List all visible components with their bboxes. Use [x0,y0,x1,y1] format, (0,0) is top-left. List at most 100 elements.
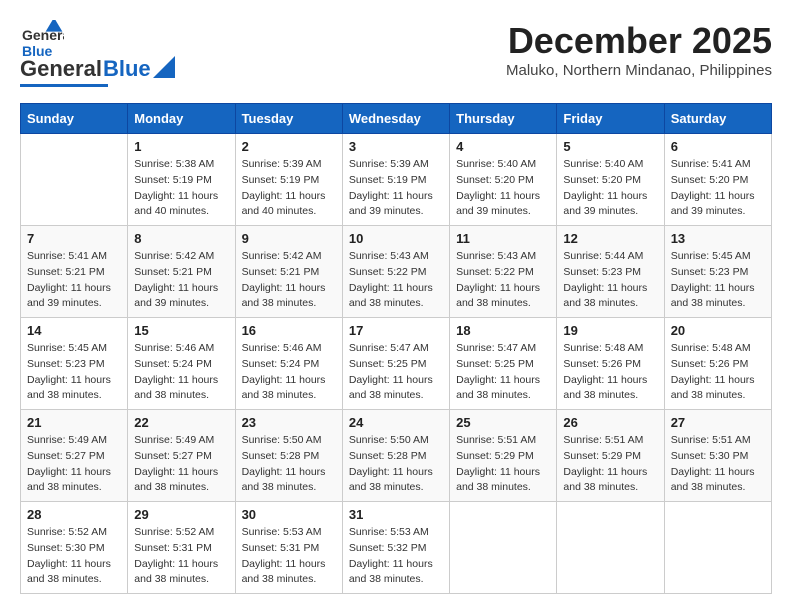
day-info: Sunrise: 5:51 AMSunset: 5:29 PMDaylight:… [563,433,657,496]
day-number: 9 [242,231,336,246]
day-number: 5 [563,139,657,154]
calendar-cell: 4 Sunrise: 5:40 AMSunset: 5:20 PMDaylight… [450,134,557,226]
calendar-cell: 3Sunrise: 5:39 AMSunset: 5:19 PMDaylight… [342,134,449,226]
day-info: Sunrise: 5:48 AMSunset: 5:26 PMDaylight:… [563,341,657,404]
calendar-cell: 26 Sunrise: 5:51 AMSunset: 5:29 PMDayligh… [557,410,664,502]
day-info: Sunrise: 5:49 AMSunset: 5:27 PMDaylight:… [27,433,121,496]
weekday-header-monday: Monday [128,104,235,134]
calendar-cell: 1 Sunrise: 5:38 AMSunset: 5:19 PMDaylight… [128,134,235,226]
day-info: Sunrise: 5:42 AMSunset: 5:21 PMDaylight:… [242,249,336,312]
calendar-cell: 12 Sunrise: 5:44 AMSunset: 5:23 PMDayligh… [557,226,664,318]
week-row-4: 21 Sunrise: 5:49 AMSunset: 5:27 PMDayligh… [21,410,772,502]
day-info: Sunrise: 5:45 AMSunset: 5:23 PMDaylight:… [27,341,121,404]
weekday-header-saturday: Saturday [664,104,771,134]
calendar-cell: 6 Sunrise: 5:41 AMSunset: 5:20 PMDaylight… [664,134,771,226]
logo-underline [20,84,108,87]
day-number: 23 [242,415,336,430]
day-number: 22 [134,415,228,430]
day-info: Sunrise: 5:50 AMSunset: 5:28 PMDaylight:… [349,433,443,496]
day-info: Sunrise: 5:38 AMSunset: 5:19 PMDaylight:… [134,157,228,220]
day-number: 11 [456,231,550,246]
weekday-header-thursday: Thursday [450,104,557,134]
calendar-cell: 25 Sunrise: 5:51 AMSunset: 5:29 PMDayligh… [450,410,557,502]
day-number: 18 [456,323,550,338]
day-number: 28 [27,507,121,522]
calendar-cell: 31 Sunrise: 5:53 AMSunset: 5:32 PMDayligh… [342,502,449,594]
day-info: Sunrise: 5:52 AMSunset: 5:30 PMDaylight:… [27,525,121,588]
day-info: Sunrise: 5:39 AMSunset: 5:19 PMDaylight:… [242,157,336,220]
calendar-cell: 19 Sunrise: 5:48 AMSunset: 5:26 PMDayligh… [557,318,664,410]
day-info: Sunrise: 5:50 AMSunset: 5:28 PMDaylight:… [242,433,336,496]
day-info: Sunrise: 5:51 AMSunset: 5:29 PMDaylight:… [456,433,550,496]
calendar-cell: 28 Sunrise: 5:52 AMSunset: 5:30 PMDayligh… [21,502,128,594]
day-info: Sunrise: 5:44 AMSunset: 5:23 PMDaylight:… [563,249,657,312]
month-year: December 2025 [506,20,772,62]
calendar-cell [664,502,771,594]
day-number: 29 [134,507,228,522]
calendar-cell: 24 Sunrise: 5:50 AMSunset: 5:28 PMDayligh… [342,410,449,502]
day-info: Sunrise: 5:43 AMSunset: 5:22 PMDaylight:… [456,249,550,312]
day-number: 15 [134,323,228,338]
calendar-cell: 5 Sunrise: 5:40 AMSunset: 5:20 PMDaylight… [557,134,664,226]
calendar-cell: 13 Sunrise: 5:45 AMSunset: 5:23 PMDayligh… [664,226,771,318]
calendar-cell: 21 Sunrise: 5:49 AMSunset: 5:27 PMDayligh… [21,410,128,502]
header: General Blue General Blue December 2025 … [20,20,772,87]
day-number: 16 [242,323,336,338]
day-info: Sunrise: 5:48 AMSunset: 5:26 PMDaylight:… [671,341,765,404]
weekday-header-row: SundayMondayTuesdayWednesdayThursdayFrid… [21,104,772,134]
day-number: 24 [349,415,443,430]
calendar-cell: 16 Sunrise: 5:46 AMSunset: 5:24 PMDayligh… [235,318,342,410]
day-number: 8 [134,231,228,246]
day-number: 10 [349,231,443,246]
day-number: 2 [242,139,336,154]
calendar-cell: 11 Sunrise: 5:43 AMSunset: 5:22 PMDayligh… [450,226,557,318]
calendar-cell: 8 Sunrise: 5:42 AMSunset: 5:21 PMDaylight… [128,226,235,318]
day-number: 12 [563,231,657,246]
day-info: Sunrise: 5:46 AMSunset: 5:24 PMDaylight:… [242,341,336,404]
calendar-cell: 30Sunrise: 5:53 AMSunset: 5:31 PMDayligh… [235,502,342,594]
day-info: Sunrise: 5:43 AMSunset: 5:22 PMDaylight:… [349,249,443,312]
week-row-3: 14 Sunrise: 5:45 AMSunset: 5:23 PMDayligh… [21,318,772,410]
logo-blue: Blue [103,56,151,82]
logo-general: General [20,56,102,82]
day-number: 17 [349,323,443,338]
day-info: Sunrise: 5:39 AMSunset: 5:19 PMDaylight:… [349,157,443,220]
day-info: Sunrise: 5:40 AMSunset: 5:20 PMDaylight:… [456,157,550,220]
week-row-5: 28 Sunrise: 5:52 AMSunset: 5:30 PMDayligh… [21,502,772,594]
weekday-header-wednesday: Wednesday [342,104,449,134]
day-info: Sunrise: 5:47 AMSunset: 5:25 PMDaylight:… [349,341,443,404]
day-number: 27 [671,415,765,430]
day-number: 14 [27,323,121,338]
title-section: December 2025 Maluko, Northern Mindanao,… [506,20,772,79]
day-info: Sunrise: 5:53 AMSunset: 5:31 PMDaylight:… [242,525,336,588]
weekday-header-sunday: Sunday [21,104,128,134]
day-number: 13 [671,231,765,246]
day-number: 31 [349,507,443,522]
logo: General Blue General Blue [20,20,175,87]
day-info: Sunrise: 5:40 AMSunset: 5:20 PMDaylight:… [563,157,657,220]
day-number: 21 [27,415,121,430]
calendar-cell: 23 Sunrise: 5:50 AMSunset: 5:28 PMDayligh… [235,410,342,502]
weekday-header-friday: Friday [557,104,664,134]
day-number: 25 [456,415,550,430]
day-number: 19 [563,323,657,338]
calendar-cell: 22Sunrise: 5:49 AMSunset: 5:27 PMDayligh… [128,410,235,502]
calendar-cell: 7Sunrise: 5:41 AMSunset: 5:21 PMDaylight… [21,226,128,318]
day-info: Sunrise: 5:45 AMSunset: 5:23 PMDaylight:… [671,249,765,312]
calendar-cell: 29Sunrise: 5:52 AMSunset: 5:31 PMDayligh… [128,502,235,594]
day-number: 6 [671,139,765,154]
day-number: 1 [134,139,228,154]
week-row-1: 1 Sunrise: 5:38 AMSunset: 5:19 PMDaylight… [21,134,772,226]
calendar-cell: 2 Sunrise: 5:39 AMSunset: 5:19 PMDaylight… [235,134,342,226]
calendar-cell: 10 Sunrise: 5:43 AMSunset: 5:22 PMDayligh… [342,226,449,318]
calendar-table: SundayMondayTuesdayWednesdayThursdayFrid… [20,103,772,594]
day-info: Sunrise: 5:41 AMSunset: 5:21 PMDaylight:… [27,249,121,312]
week-row-2: 7Sunrise: 5:41 AMSunset: 5:21 PMDaylight… [21,226,772,318]
calendar-cell [450,502,557,594]
day-number: 26 [563,415,657,430]
day-info: Sunrise: 5:41 AMSunset: 5:20 PMDaylight:… [671,157,765,220]
day-info: Sunrise: 5:53 AMSunset: 5:32 PMDaylight:… [349,525,443,588]
day-number: 20 [671,323,765,338]
day-number: 4 [456,139,550,154]
day-info: Sunrise: 5:42 AMSunset: 5:21 PMDaylight:… [134,249,228,312]
